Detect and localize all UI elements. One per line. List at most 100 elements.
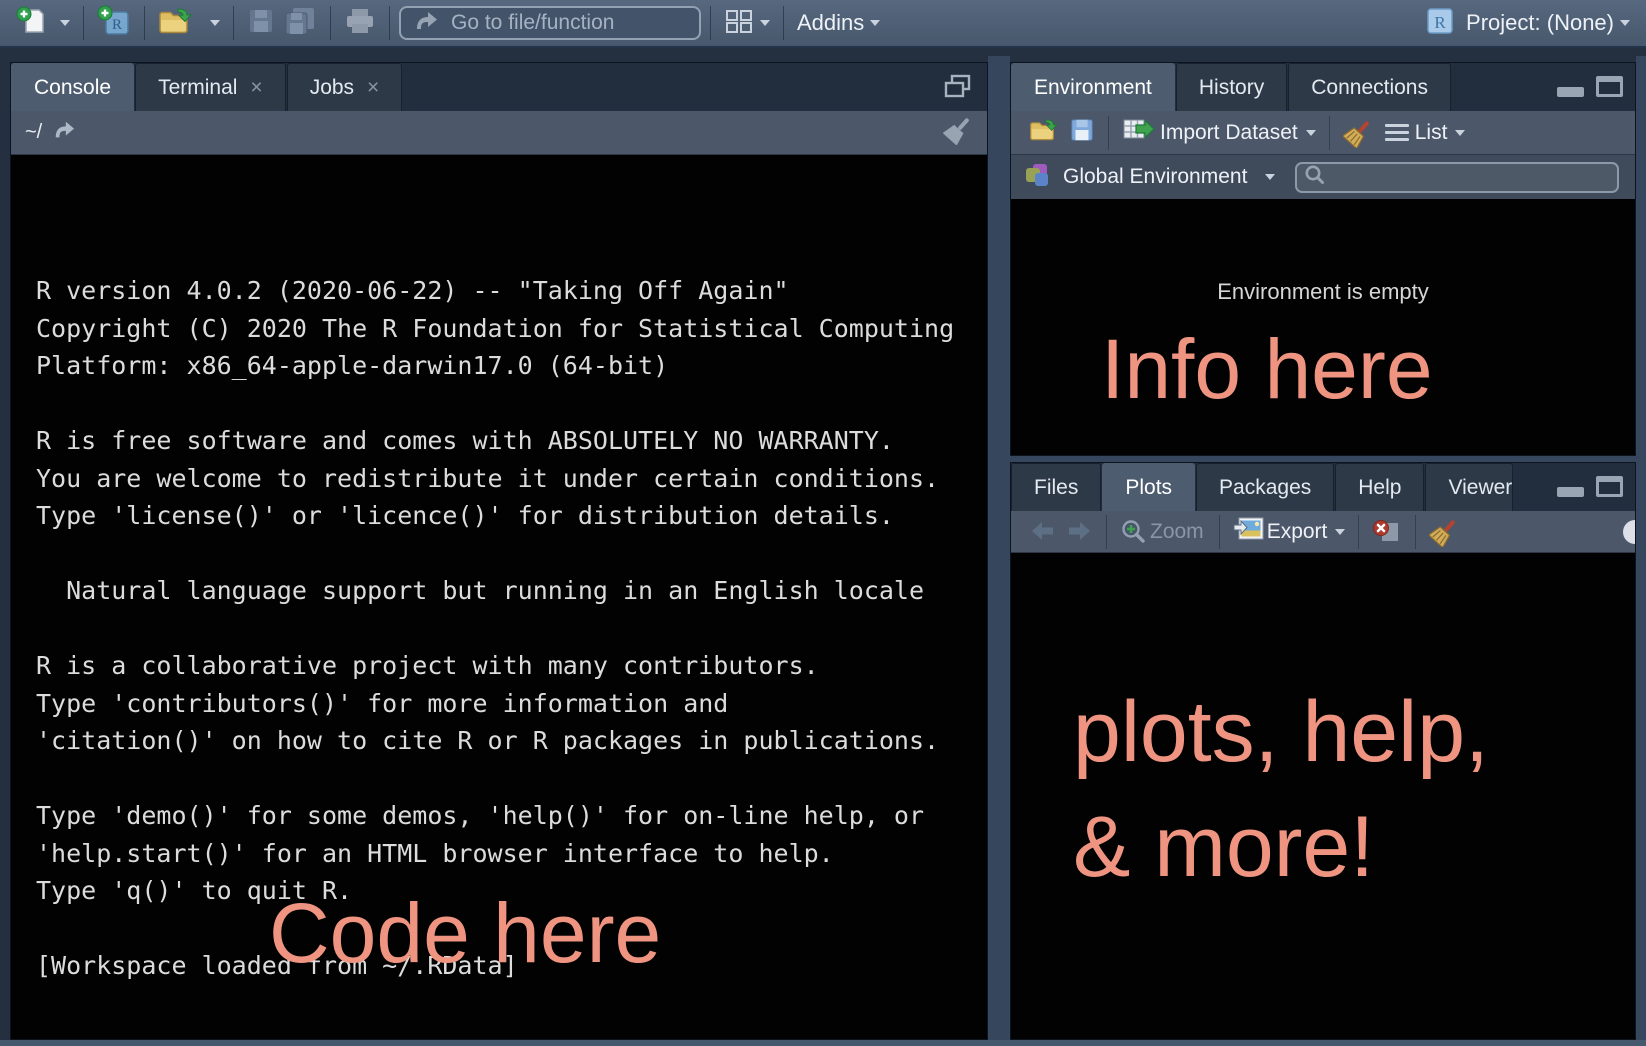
- chevron-down-icon: [1265, 174, 1275, 180]
- save-icon: [1069, 117, 1095, 148]
- list-view-button[interactable]: List: [1377, 121, 1470, 145]
- tab-label: Terminal: [158, 76, 237, 100]
- toolbar-separator: [783, 6, 784, 40]
- tab-connections[interactable]: Connections: [1288, 63, 1451, 111]
- load-workspace-button[interactable]: [1025, 117, 1065, 148]
- window-edge: [1636, 56, 1646, 1046]
- console-line: [36, 760, 987, 798]
- import-dataset-button[interactable]: Import Dataset: [1118, 117, 1320, 148]
- next-plot-button[interactable]: [1061, 520, 1097, 544]
- console-line: 'help.start()' for an HTML browser inter…: [36, 835, 987, 873]
- chevron-down-icon: [1455, 130, 1465, 136]
- panes-layout-button[interactable]: [720, 8, 774, 39]
- clear-plots-button[interactable]: [1425, 517, 1463, 547]
- console-output[interactable]: R version 4.0.2 (2020-06-22) -- "Taking …: [11, 155, 987, 1039]
- annotation-plots-note: plots, help, & more!: [1073, 675, 1489, 905]
- new-file-dropdown[interactable]: [50, 20, 74, 26]
- chevron-down-icon: [870, 20, 880, 26]
- toolbar-separator: [1219, 515, 1220, 549]
- save-button[interactable]: [243, 7, 279, 40]
- save-all-button[interactable]: [279, 6, 321, 41]
- tab-environment[interactable]: Environment: [1011, 63, 1175, 111]
- new-project-button[interactable]: R: [93, 5, 135, 42]
- goto-file-function-box[interactable]: Go to file/function: [399, 6, 701, 40]
- export-image-icon: [1233, 516, 1265, 547]
- chevron-down-icon: [1335, 529, 1345, 535]
- maximize-icon[interactable]: [1596, 76, 1623, 97]
- environment-search-input[interactable]: [1295, 162, 1619, 193]
- toolbar-separator: [1329, 116, 1330, 150]
- console-line: [36, 535, 987, 573]
- console-panel: Console Terminal Jobs ~/: [10, 62, 988, 1040]
- minimize-icon[interactable]: [1557, 487, 1584, 497]
- zoom-plot-button[interactable]: Zoom: [1116, 518, 1210, 546]
- forward-arrow-icon[interactable]: [52, 119, 76, 146]
- tab-viewer[interactable]: Viewer: [1425, 463, 1513, 511]
- chevron-down-icon: [60, 20, 70, 26]
- plots-toolbar: Zoom Export: [1011, 511, 1635, 553]
- zoom-label: Zoom: [1150, 520, 1204, 544]
- restore-panes-button[interactable]: [943, 73, 973, 106]
- console-line: Copyright (C) 2020 The R Foundation for …: [36, 310, 987, 348]
- minimize-icon[interactable]: [1557, 87, 1584, 97]
- env-scopes-icon: [1023, 161, 1051, 194]
- panel-splitter-vertical[interactable]: [988, 56, 1010, 1046]
- toolbar-separator: [144, 6, 145, 40]
- console-line: R is a collaborative project with many c…: [36, 647, 987, 685]
- toolbar-separator: [1358, 515, 1359, 549]
- console-line: 'citation()' on how to cite R or R packa…: [36, 722, 987, 760]
- save-icon: [247, 7, 275, 40]
- addins-button[interactable]: Addins: [793, 10, 884, 36]
- open-file-dropdown[interactable]: [200, 20, 224, 26]
- toolbar-separator: [389, 6, 390, 40]
- panel-window-controls: [1557, 76, 1623, 97]
- tab-packages[interactable]: Packages: [1196, 463, 1334, 511]
- tab-jobs[interactable]: Jobs: [287, 63, 403, 111]
- tab-plots[interactable]: Plots: [1102, 463, 1195, 511]
- export-label: Export: [1267, 520, 1328, 544]
- maximize-icon[interactable]: [1596, 476, 1623, 497]
- tab-console[interactable]: Console: [11, 63, 134, 111]
- svg-text:R: R: [1434, 13, 1446, 32]
- console-toolbar: ~/: [11, 111, 987, 155]
- environment-scope-selector[interactable]: Global Environment: [1063, 165, 1247, 189]
- console-line: R version 4.0.2 (2020-06-22) -- "Taking …: [36, 272, 987, 310]
- tab-label: History: [1199, 76, 1264, 100]
- console-tabbar: Console Terminal Jobs: [11, 63, 987, 111]
- tab-label: Environment: [1034, 76, 1152, 100]
- export-plot-button[interactable]: Export: [1229, 516, 1350, 547]
- chevron-down-icon: [1306, 130, 1316, 136]
- tab-label: Console: [34, 76, 111, 100]
- open-file-button[interactable]: [154, 6, 200, 41]
- close-icon[interactable]: [367, 77, 379, 98]
- console-line: Platform: x86_64-apple-darwin17.0 (64-bi…: [36, 347, 987, 385]
- clear-environment-button[interactable]: [1339, 118, 1377, 148]
- previous-plot-button[interactable]: [1025, 520, 1061, 544]
- tab-history[interactable]: History: [1176, 63, 1287, 111]
- restore-panes-icon: [943, 73, 973, 101]
- open-folder-icon: [1029, 117, 1061, 148]
- tab-help[interactable]: Help: [1335, 463, 1424, 511]
- console-line: [Workspace loaded from ~/.RData]: [36, 947, 987, 985]
- print-button[interactable]: [340, 7, 380, 40]
- toolbar-separator: [330, 6, 331, 40]
- close-icon[interactable]: [250, 77, 262, 98]
- console-history: R version 4.0.2 (2020-06-22) -- "Taking …: [36, 272, 987, 1022]
- tab-terminal[interactable]: Terminal: [135, 63, 286, 111]
- import-dataset-label: Import Dataset: [1160, 121, 1298, 145]
- tab-label: Plots: [1125, 476, 1172, 500]
- working-directory[interactable]: ~/: [25, 121, 42, 144]
- console-line: [36, 910, 987, 948]
- save-workspace-button[interactable]: [1065, 117, 1099, 148]
- clear-console-button[interactable]: [943, 115, 973, 150]
- project-menu-button[interactable]: R Project: (None): [1420, 5, 1634, 42]
- new-project-icon: R: [97, 5, 131, 42]
- new-file-button[interactable]: [12, 6, 50, 41]
- remove-plot-button[interactable]: [1368, 518, 1406, 546]
- tab-files[interactable]: Files: [1011, 463, 1101, 511]
- panes-grid-icon: [724, 8, 754, 39]
- addins-label: Addins: [797, 10, 864, 36]
- tab-label: Viewer: [1448, 476, 1512, 500]
- refresh-icon[interactable]: [1623, 520, 1635, 544]
- goto-arrow-icon: [413, 9, 439, 38]
